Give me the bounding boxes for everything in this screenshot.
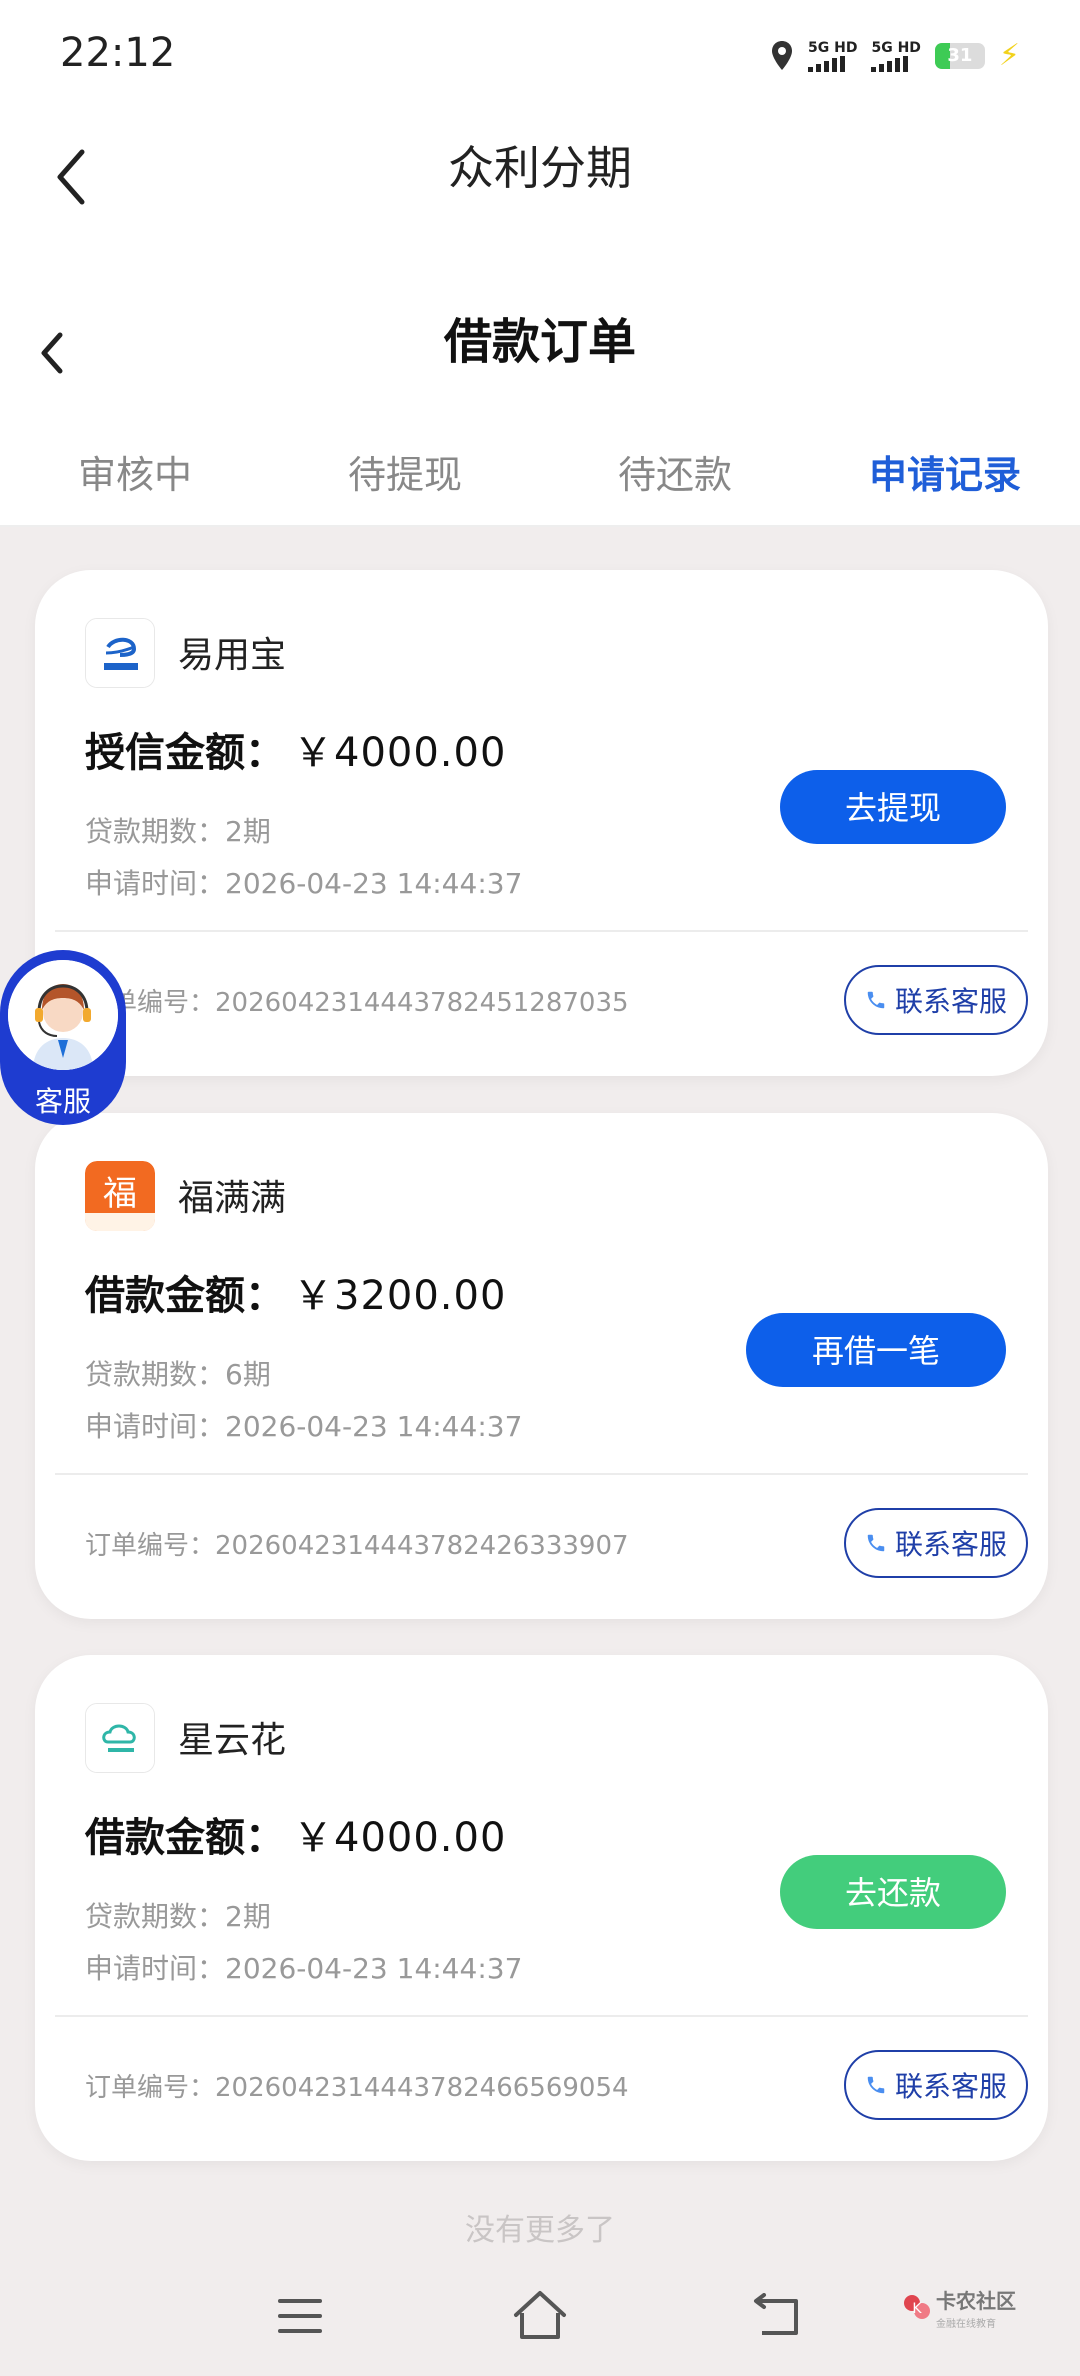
credit-amount: 授信金额： ￥4000.00 <box>85 730 507 776</box>
apply-time: 申请时间：2026-04-23 14:44:37 <box>85 867 523 900</box>
divider <box>55 930 1028 932</box>
yiyongbao-logo-icon <box>85 618 155 688</box>
contact-service-button[interactable]: 联系客服 <box>844 2050 1028 2120</box>
contact-service-button[interactable]: 联系客服 <box>844 1508 1028 1578</box>
divider <box>55 2015 1028 2017</box>
home-icon[interactable] <box>510 2287 570 2343</box>
borrow-again-button[interactable]: 再借一笔 <box>746 1313 1006 1387</box>
sim1-signal-icon: 5G HD <box>808 40 857 72</box>
lender-name: 星云花 <box>178 1720 287 1761</box>
system-nav-bar: K 卡农社区 金融在线教育 <box>0 2265 1080 2376</box>
apply-time: 申请时间：2026-04-23 14:44:37 <box>85 1410 523 1443</box>
no-more-text: 没有更多了 <box>465 2213 615 2248</box>
apply-time: 申请时间：2026-04-23 14:44:37 <box>85 1952 523 1985</box>
location-icon <box>772 40 793 70</box>
sim2-signal-icon: 5G HD <box>871 40 921 72</box>
battery-icon: 31 <box>934 42 985 69</box>
withdraw-button[interactable]: 去提现 <box>780 770 1006 844</box>
loan-amount: 借款金额： ￥3200.00 <box>85 1273 507 1319</box>
repay-button[interactable]: 去还款 <box>780 1855 1006 1929</box>
loan-periods: 贷款期数：2期 <box>85 815 271 848</box>
tab-pending-withdraw[interactable]: 待提现 <box>270 425 540 525</box>
status-icons: 5G HD 5G HD 31 ⚡ <box>770 38 1020 73</box>
status-bar: 22:12 5G HD 5G HD 31 ⚡ <box>0 0 1080 110</box>
nav-back-icon[interactable] <box>752 2293 804 2339</box>
service-agent-avatar-icon <box>8 960 118 1070</box>
loan-periods: 贷款期数：2期 <box>85 1900 271 1933</box>
loan-periods: 贷款期数：6期 <box>85 1358 271 1391</box>
order-tabs: 审核中 待提现 待还款 申请记录 <box>0 425 1080 527</box>
order-card: 福 福满满 借款金额： ￥3200.00 贷款期数：6期 申请时间：2026-04… <box>35 1113 1048 1619</box>
loan-amount: 借款金额： ￥4000.00 <box>85 1815 507 1861</box>
phone-icon <box>867 2076 885 2094</box>
order-card: 星云花 借款金额： ￥4000.00 贷款期数：2期 申请时间：2026-04-2… <box>35 1655 1048 2161</box>
watermark-logo: K 卡农社区 金融在线教育 <box>900 2285 1020 2345</box>
kanong-logo-icon: K <box>904 2295 930 2319</box>
status-time: 22:12 <box>60 30 176 76</box>
tab-pending-repay[interactable]: 待还款 <box>540 425 810 525</box>
page-header: 借款订单 <box>0 280 1080 425</box>
charging-icon: ⚡ <box>998 38 1020 73</box>
divider <box>55 1473 1028 1475</box>
svg-text:K: K <box>912 2301 922 2317</box>
lender-name: 福满满 <box>178 1178 287 1219</box>
phone-icon <box>867 1534 885 1552</box>
page-title: 借款订单 <box>443 314 636 370</box>
svg-text:福: 福 <box>103 1174 137 1214</box>
app-title: 众利分期 <box>448 141 632 195</box>
fumanman-logo-icon: 福 <box>85 1161 155 1231</box>
order-number: 订单编号：2026042314443782451287035 <box>85 988 629 1018</box>
menu-icon[interactable] <box>276 2295 324 2337</box>
phone-icon <box>867 991 885 1009</box>
app-bar: 众利分期 <box>0 110 1080 280</box>
tab-application-records[interactable]: 申请记录 <box>810 425 1080 525</box>
order-card: 易用宝 授信金额： ￥4000.00 贷款期数：2期 申请时间：2026-04-2… <box>35 570 1048 1076</box>
battery-level: 31 <box>947 44 973 66</box>
floating-customer-service[interactable]: 客服 <box>0 950 126 1125</box>
contact-service-button[interactable]: 联系客服 <box>844 965 1028 1035</box>
floating-service-label: 客服 <box>34 1085 91 1118</box>
order-number: 订单编号：2026042314443782426333907 <box>85 1531 629 1561</box>
order-number: 订单编号：2026042314443782466569054 <box>85 2073 629 2103</box>
lender-name: 易用宝 <box>178 635 287 676</box>
tab-reviewing[interactable]: 审核中 <box>0 425 270 525</box>
xingyunhua-logo-icon <box>85 1703 155 1773</box>
